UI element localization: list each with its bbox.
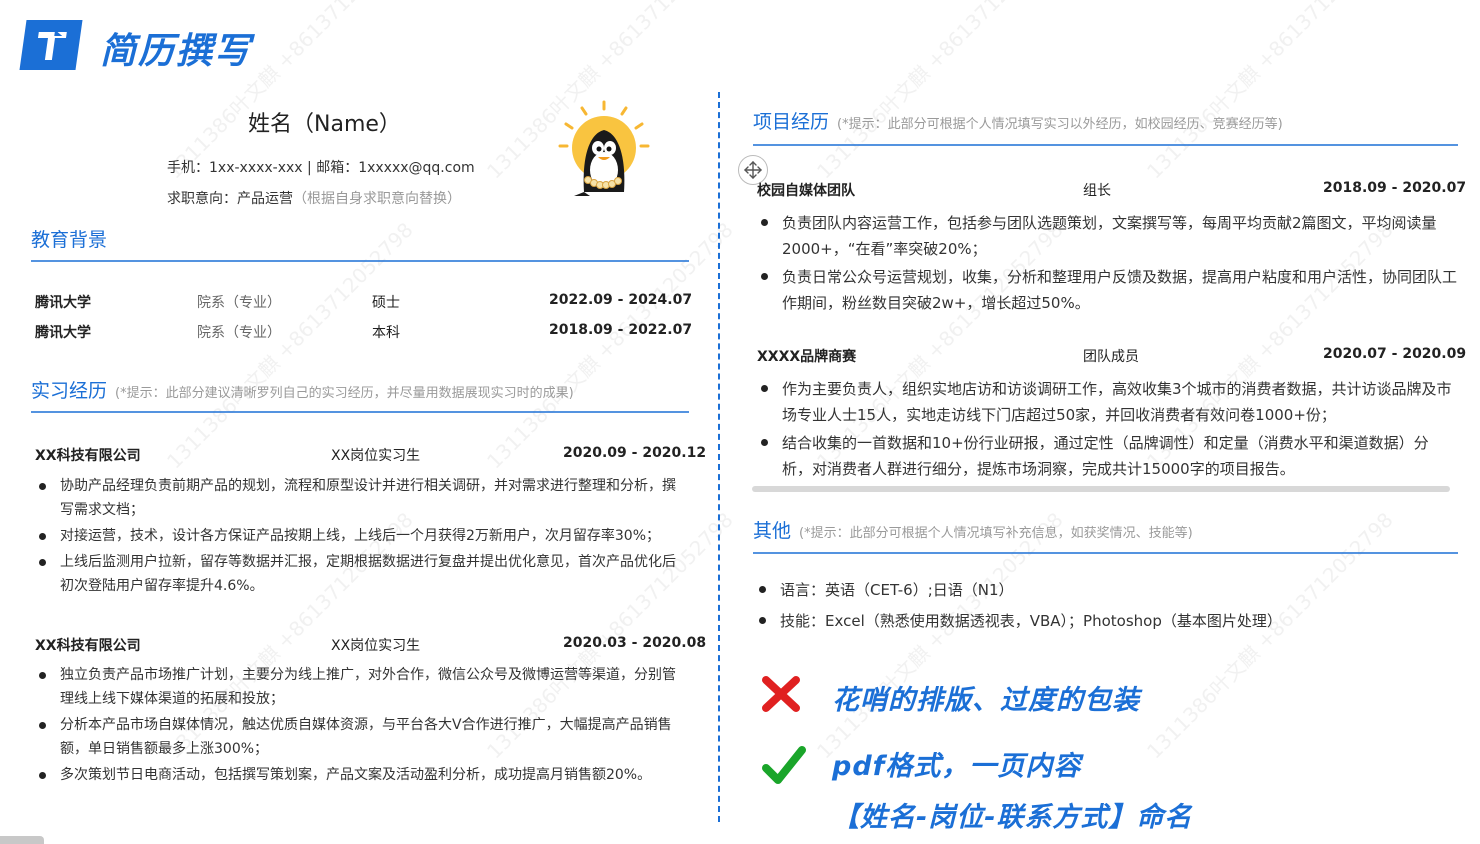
list-item: 多次策划节日电商活动，包括撰写策划案，产品文案及活动盈利分析，成功提高月销售额2… — [36, 763, 688, 787]
annotation-good-naming: 【姓名-岗位-联系方式】命名 — [832, 802, 1193, 833]
project-role: 组长 — [1083, 183, 1111, 199]
resume-contact: 手机：1xx-xxxx-xxx | 邮箱：1xxxxx@qq.com — [167, 160, 475, 176]
projects-rule — [753, 144, 1458, 146]
intern-bullets: 协助产品经理负责前期产品的规划，流程和原型设计并进行相关调研，并对需求进行整理和… — [36, 474, 688, 600]
internship-title: 实习经历 — [31, 380, 108, 402]
page-scroll-bar — [752, 486, 1450, 492]
list-item: 协助产品经理负责前期产品的规划，流程和原型设计并进行相关调研，并对需求进行整理和… — [36, 474, 688, 522]
list-item: 语言：英语（CET-6）;日语（N1） — [756, 577, 1456, 603]
internship-header: 实习经历 (*提示：此部分建议清晰罗列自己的实习经历，并尽量用数据展现实习时的成果… — [31, 376, 574, 403]
watermark-text: 1311386叶文麒 +8613712052798 — [482, 217, 738, 474]
edu-school: 腾讯大学 — [35, 325, 91, 341]
objective-hint: （根据自身求职意向替换） — [293, 191, 461, 207]
page-corner-tab — [0, 836, 44, 844]
edu-school: 腾讯大学 — [35, 295, 91, 311]
intern-role: XX岗位实习生 — [331, 638, 421, 654]
column-divider — [718, 92, 720, 822]
project-name: XXXX品牌商赛 — [757, 349, 857, 365]
other-title: 其他 — [753, 520, 792, 542]
avatar-penguin-icon — [558, 100, 650, 196]
other-rule — [753, 552, 1458, 554]
watermark-text: 1311386叶文麒 +8613712052798 — [162, 217, 418, 474]
edu-dept: 院系（专业） — [197, 325, 281, 341]
education-title: 教育背景 — [31, 229, 108, 251]
edu-dates: 2022.09 - 2024.07 — [549, 292, 693, 308]
list-item: 技能：Excel（熟悉使用数据透视表，VBA）；Photoshop（基本图片处理… — [756, 608, 1456, 634]
move-icon — [744, 161, 762, 179]
intern-dates: 2020.03 - 2020.08 — [563, 635, 707, 651]
list-item: 对接运营，技术，设计各方保证产品按期上线，上线后一个月获得2万新用户，次月留存率… — [36, 524, 688, 548]
edu-dates: 2018.09 - 2022.07 — [549, 322, 693, 338]
resume-objective: 求职意向：产品运营（根据自身求职意向替换） — [167, 188, 461, 208]
internship-hint: (*提示：此部分建议清晰罗列自己的实习经历，并尽量用数据展现实习时的成果) — [115, 386, 574, 401]
project-dates: 2020.07 - 2020.09 — [1323, 346, 1467, 362]
other-bullets: 语言：英语（CET-6）;日语（N1） 技能：Excel（熟悉使用数据透视表，V… — [756, 577, 1456, 636]
logo-icon — [37, 30, 67, 60]
list-item: 负责日常公众号运营规划，收集，分析和整理用户反馈及数据，提高用户粘度和用户活性，… — [758, 264, 1458, 316]
list-item: 独立负责产品市场推广计划，主要分为线上推广，对外合作，微信公众号及微博运营等渠道… — [36, 663, 688, 711]
projects-hint: (*提示：此部分可根据个人情况填写实习以外经历，如校园经历、竞赛经历等) — [837, 117, 1283, 132]
annotation-good-format: pdf格式，一页内容 — [832, 751, 1082, 782]
list-item: 作为主要负责人，组织实地店访和访谈调研工作，高效收集3个城市的消费者数据，共计访… — [758, 376, 1458, 428]
other-header: 其他 (*提示：此部分可根据个人情况填写补充信息，如获奖情况、技能等) — [753, 516, 1193, 543]
intern-company: XX科技有限公司 — [35, 448, 141, 464]
intern-dates: 2020.09 - 2020.12 — [563, 445, 707, 461]
project-bullets: 作为主要负责人，组织实地店访和访谈调研工作，高效收集3个城市的消费者数据，共计访… — [758, 376, 1458, 484]
project-name: 校园自媒体团队 — [757, 183, 855, 199]
cross-icon — [762, 676, 800, 712]
watermark-text: 1311386叶文麒 +8613712052798 — [812, 0, 1068, 184]
list-item: 分析本产品市场自媒体情况，触达优质自媒体资源，与平台各大V合作进行推广，大幅提高… — [36, 713, 688, 761]
slide-title: 简历撰写 — [100, 31, 253, 72]
education-rule — [31, 260, 689, 262]
project-role: 团队成员 — [1083, 349, 1139, 365]
internship-rule — [31, 411, 689, 413]
check-icon — [762, 746, 806, 784]
annotation-bad: 花哨的排版、过度的包装 — [832, 685, 1140, 716]
logo — [19, 20, 83, 70]
edu-dept: 院系（专业） — [197, 295, 281, 311]
list-item: 上线后监测用户拉新，留存等数据并汇报，定期根据数据进行复盘并提出优化意见，首次产… — [36, 550, 688, 598]
objective-label: 求职意向：产品运营 — [167, 191, 293, 207]
projects-title: 项目经历 — [753, 111, 830, 133]
watermark-text: 1311386叶文麒 +8613712052798 — [1142, 0, 1398, 184]
list-item: 结合收集的一首数据和10+份行业研报，通过定性（品牌调性）和定量（消费水平和渠道… — [758, 430, 1458, 482]
intern-role: XX岗位实习生 — [331, 448, 421, 464]
project-dates: 2018.09 - 2020.07 — [1323, 180, 1467, 196]
edu-degree: 硕士 — [372, 295, 400, 311]
other-hint: (*提示：此部分可根据个人情况填写补充信息，如获奖情况、技能等) — [799, 526, 1193, 541]
intern-company: XX科技有限公司 — [35, 638, 141, 654]
edu-degree: 本科 — [372, 325, 400, 341]
projects-header: 项目经历 (*提示：此部分可根据个人情况填写实习以外经历，如校园经历、竞赛经历等) — [753, 107, 1283, 134]
intern-bullets: 独立负责产品市场推广计划，主要分为线上推广，对外合作，微信公众号及微博运营等渠道… — [36, 663, 688, 789]
resume-name: 姓名（Name） — [248, 112, 401, 137]
list-item: 负责团队内容运营工作，包括参与团队选题策划，文案撰写等，每周平均贡献2篇图文，平… — [758, 210, 1458, 262]
project-bullets: 负责团队内容运营工作，包括参与团队选题策划，文案撰写等，每周平均贡献2篇图文，平… — [758, 210, 1458, 318]
